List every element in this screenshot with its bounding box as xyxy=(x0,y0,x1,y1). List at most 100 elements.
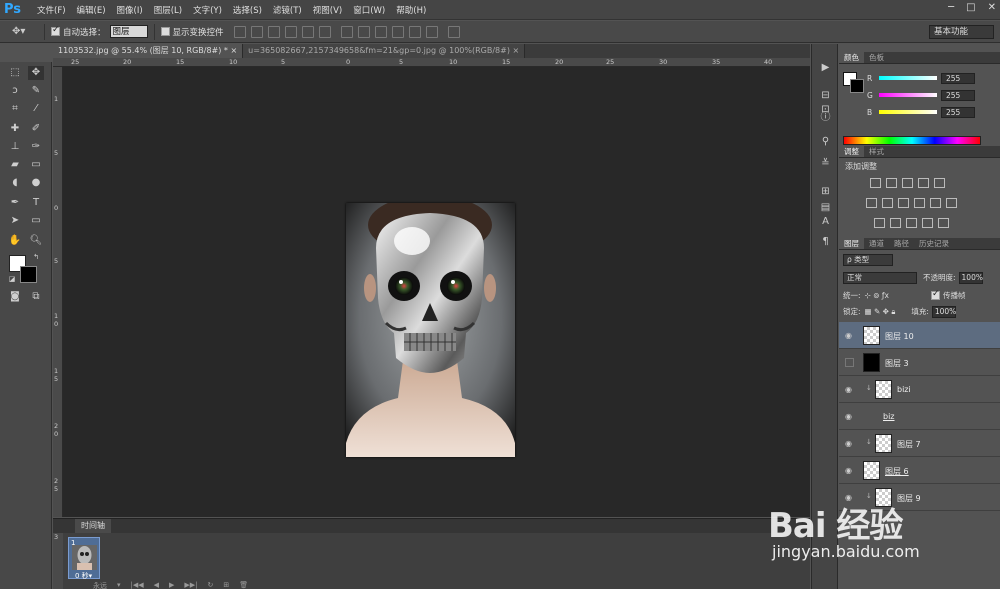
play-icon[interactable]: ▶ xyxy=(169,581,174,589)
lasso-tool-icon[interactable]: ↄ xyxy=(7,84,23,98)
tab-styles[interactable]: 样式 xyxy=(864,146,889,157)
screen-mode-icon[interactable]: ⧉ xyxy=(28,290,44,304)
menu-file[interactable]: 文件(F) xyxy=(37,4,66,16)
menu-layer[interactable]: 图层(L) xyxy=(154,4,182,16)
background-color-swatch[interactable] xyxy=(20,266,37,283)
maximize-icon[interactable]: □ xyxy=(966,2,975,13)
eye-hidden-icon[interactable] xyxy=(845,358,854,367)
blue-channel-input[interactable]: 255 xyxy=(941,106,975,118)
quick-mask-icon[interactable]: ◙ xyxy=(7,290,23,304)
lock-options-icon[interactable]: ▦ ✎ ✥ 🔒︎ xyxy=(865,307,896,317)
align-top-icon[interactable] xyxy=(233,25,246,38)
menu-type[interactable]: 文字(Y) xyxy=(193,4,222,16)
selective-color-icon[interactable] xyxy=(922,218,933,228)
layer-row[interactable]: 图层 3 xyxy=(839,349,1000,376)
quick-select-tool-icon[interactable]: ✎ xyxy=(28,84,44,98)
brush-preset-icon[interactable]: ⚲ xyxy=(819,136,832,148)
paragraph-icon[interactable]: ¶ xyxy=(819,236,832,248)
black-white-icon[interactable] xyxy=(898,198,909,208)
menu-image[interactable]: 图像(I) xyxy=(117,4,143,16)
tab-adjustments[interactable]: 调整 xyxy=(839,146,864,157)
distribute-hcenter-icon[interactable] xyxy=(408,25,421,38)
tween-icon[interactable]: ↻ xyxy=(208,581,214,589)
tab-layers[interactable]: 图层 xyxy=(839,238,864,249)
distribute-left-icon[interactable] xyxy=(391,25,404,38)
animation-frame[interactable]: 1 0 秒▾ xyxy=(68,537,100,581)
color-spectrum-bar[interactable] xyxy=(843,136,981,145)
ruler-vertical[interactable]: 1 5 0 5 1 0 1 5 2 0 2 5 xyxy=(53,67,63,517)
shape-tool-icon[interactable]: ▭ xyxy=(28,214,44,228)
workspace-dropdown[interactable]: 基本功能 xyxy=(929,25,994,39)
menu-filter[interactable]: 滤镜(T) xyxy=(273,4,302,16)
tool-preset-icon[interactable]: ≚ xyxy=(819,158,832,170)
auto-align-icon[interactable] xyxy=(447,25,460,38)
menu-select[interactable]: 选择(S) xyxy=(233,4,262,16)
posterize-icon[interactable] xyxy=(890,218,901,228)
notes-icon[interactable]: ▤ xyxy=(819,202,832,214)
color-lookup-icon[interactable] xyxy=(946,198,957,208)
color-background-swatch[interactable] xyxy=(850,79,864,93)
hand-tool-icon[interactable]: ✋ xyxy=(7,234,23,248)
red-channel-input[interactable]: 255 xyxy=(941,72,975,84)
marquee-tool-icon[interactable]: ⬚ xyxy=(7,66,23,80)
tab-color[interactable]: 颜色 xyxy=(839,52,864,63)
show-transform-option[interactable]: 显示变换控件 xyxy=(160,26,224,38)
delete-frame-icon[interactable]: 🗑 xyxy=(239,581,248,589)
align-right-icon[interactable] xyxy=(318,25,331,38)
propagate-frame-checkbox[interactable] xyxy=(930,289,940,300)
eyedropper-tool-icon[interactable]: ⁄ xyxy=(28,102,44,116)
tab-timeline[interactable]: 时间轴 xyxy=(75,519,111,533)
eye-icon[interactable]: ◉ xyxy=(845,331,854,340)
move-tool-icon[interactable]: ✥ xyxy=(28,66,44,80)
zoom-tool-icon[interactable]: 🔍︎ xyxy=(28,234,44,248)
duplicate-frame-icon[interactable]: ⊞ xyxy=(223,581,229,589)
path-select-tool-icon[interactable]: ➤ xyxy=(7,214,23,228)
tab-close-icon[interactable]: × xyxy=(230,46,237,55)
menu-view[interactable]: 视图(V) xyxy=(313,4,342,16)
curves-icon[interactable] xyxy=(902,178,913,188)
fill-input[interactable]: 100% xyxy=(931,305,956,318)
show-transform-checkbox[interactable] xyxy=(160,27,170,36)
gradient-tool-icon[interactable]: ▭ xyxy=(28,158,44,172)
loop-dropdown[interactable]: 永远 xyxy=(93,581,107,589)
tab-close-icon[interactable]: × xyxy=(513,46,520,55)
hue-saturation-icon[interactable] xyxy=(866,198,877,208)
eye-icon[interactable]: ◉ xyxy=(845,466,854,475)
menu-help[interactable]: 帮助(H) xyxy=(396,4,426,16)
eye-icon[interactable]: ◉ xyxy=(845,439,854,448)
green-channel-input[interactable]: 255 xyxy=(941,89,975,101)
brush-tool-icon[interactable]: ✐ xyxy=(28,122,44,136)
info-icon[interactable]: ⓘ xyxy=(819,112,832,124)
play-action-icon[interactable]: ▶ xyxy=(819,62,832,74)
healing-brush-tool-icon[interactable]: ✚ xyxy=(7,122,23,136)
pen-tool-icon[interactable]: ✒ xyxy=(7,196,23,210)
distribute-bottom-icon[interactable] xyxy=(374,25,387,38)
canvas-area[interactable] xyxy=(63,67,810,517)
move-tool-preset-icon[interactable]: ✥▾ xyxy=(12,26,38,37)
dodge-tool-icon[interactable]: ● xyxy=(28,176,44,190)
swap-colors-icon[interactable]: ↰ xyxy=(28,250,44,264)
photo-filter-icon[interactable] xyxy=(914,198,925,208)
invert-icon[interactable] xyxy=(874,218,885,228)
distribute-vcenter-icon[interactable] xyxy=(357,25,370,38)
history-brush-tool-icon[interactable]: ✑ xyxy=(28,140,44,154)
minimize-icon[interactable]: ─ xyxy=(948,2,954,13)
crop-tool-icon[interactable]: ⌗ xyxy=(7,102,23,116)
brightness-contrast-icon[interactable] xyxy=(870,178,881,188)
blend-mode-dropdown[interactable]: 正常 xyxy=(843,271,917,284)
layer-filter-dropdown[interactable]: ρ 类型 xyxy=(843,253,893,266)
blue-channel-slider[interactable] xyxy=(879,110,937,114)
frame-delay-dropdown[interactable]: 0 秒▾ xyxy=(75,571,92,581)
align-vcenter-icon[interactable] xyxy=(250,25,263,38)
type-tool-icon[interactable]: T xyxy=(28,196,44,210)
auto-select-checkbox[interactable] xyxy=(51,25,60,36)
tab-channels[interactable]: 通道 xyxy=(864,238,889,249)
gradient-map-icon[interactable] xyxy=(938,218,949,228)
blur-tool-icon[interactable]: ◖ xyxy=(7,176,23,190)
color-balance-icon[interactable] xyxy=(882,198,893,208)
eye-icon[interactable]: ◉ xyxy=(845,385,854,394)
history-icon[interactable]: ⊟ xyxy=(819,90,832,102)
red-channel-slider[interactable] xyxy=(879,76,937,80)
vibrance-icon[interactable] xyxy=(934,178,945,188)
tab-paths[interactable]: 路径 xyxy=(889,238,914,249)
